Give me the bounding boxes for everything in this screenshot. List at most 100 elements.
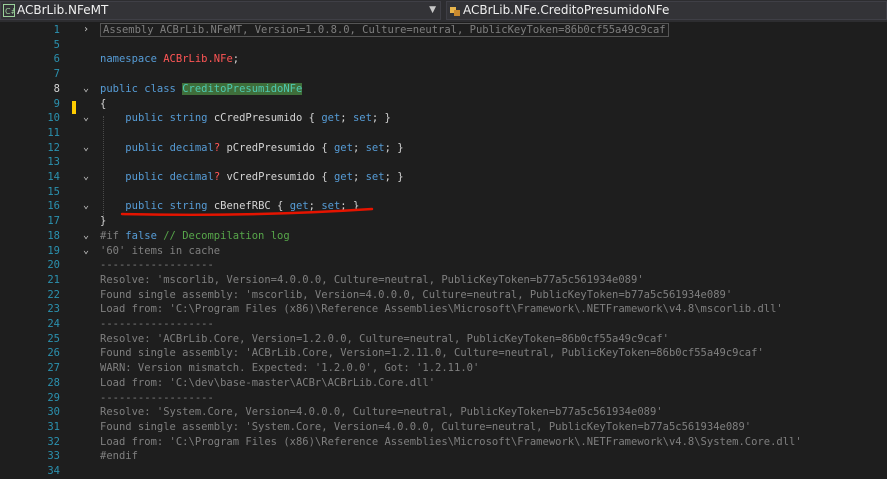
fold-toggle-icon[interactable]: ⌄: [83, 141, 93, 156]
line-number: 25: [47, 332, 60, 345]
line-number: 19: [47, 244, 60, 257]
code-line: Resolve: 'mscorlib, Version=4.0.0.0, Cul…: [100, 273, 644, 288]
accessor-set: set: [352, 112, 372, 125]
log-text: Found single assembly: 'System.Core, Ver…: [100, 420, 752, 433]
log-text: '60' items in cache: [100, 244, 221, 257]
line-number: 28: [47, 376, 60, 389]
csharp-project-icon: C#: [3, 4, 15, 17]
log-text: Found single assembly: 'mscorlib, Versio…: [100, 288, 733, 301]
preprocessor-directive: #if: [100, 229, 119, 242]
line-number: 22: [47, 288, 60, 301]
code-line: #if false // Decompilation log: [100, 229, 290, 244]
line-number: 34: [47, 465, 60, 477]
code-line: }: [100, 214, 106, 229]
keyword: public: [125, 112, 164, 125]
code-line: ------------------: [100, 391, 214, 406]
line-number: 14: [47, 171, 60, 183]
type-dropdown-text: ACBrLib.NFe.CreditoPresumidoNFe: [463, 3, 670, 17]
code-editor[interactable]: 1 › Assembly ACBrLib.NFeMT, Version=1.0.8.…: [0, 22, 887, 477]
line-number: 13: [47, 156, 60, 169]
line-number: 10: [47, 112, 60, 125]
line-number: 26: [47, 347, 60, 360]
line-number: 5: [53, 38, 60, 51]
fold-toggle-icon[interactable]: ⌄: [83, 199, 93, 214]
code-line: WARN: Version mismatch. Expected: '1.2.0…: [100, 361, 479, 376]
log-text: Load from: 'C:\Program Files (x86)\Refer…: [100, 435, 802, 448]
chevron-down-icon: ▼: [429, 5, 436, 15]
code-line: public decimal? vCredPresumido { get; se…: [125, 171, 404, 183]
log-text: Resolve: 'ACBrLib.Core, Version=1.2.0.0,…: [100, 332, 669, 345]
line-number: 30: [47, 406, 60, 419]
navigation-bar: C# ACBrLib.NFeMT ▼ ACBrLib.NFe.CreditoPr…: [0, 0, 887, 22]
line-number: 8: [53, 82, 60, 95]
line-number: 6: [53, 53, 60, 66]
punctuation: ;: [232, 53, 240, 66]
keyword: false: [125, 229, 157, 242]
brace: }: [100, 215, 107, 228]
line-number: 12: [47, 141, 60, 154]
log-text: ------------------: [100, 318, 214, 330]
nullable-mark: ?: [213, 171, 221, 183]
class-name: CreditoPresumidoNFe: [182, 82, 303, 95]
code-line: {: [100, 97, 106, 112]
class-icon: [450, 7, 460, 16]
fold-toggle-icon[interactable]: ⌄: [83, 170, 93, 185]
code-line: public class CreditoPresumidoNFe: [100, 82, 303, 97]
line-number: 18: [47, 229, 60, 242]
brace: {: [100, 97, 107, 110]
log-text: Load from: 'C:\dev\base-master\ACBr\ACBr…: [100, 376, 436, 389]
fold-toggle-icon[interactable]: ⌄: [83, 82, 93, 97]
line-number: 21: [47, 273, 60, 286]
type-dropdown[interactable]: ACBrLib.NFe.CreditoPresumidoNFe: [446, 1, 887, 20]
line-number: 31: [47, 420, 60, 433]
line-number: 15: [47, 185, 60, 198]
line-number: 9: [53, 97, 60, 110]
red-underline-annotation: [120, 207, 374, 217]
line-number: 32: [47, 435, 60, 448]
project-dropdown-text: ACBrLib.NFeMT: [17, 3, 109, 17]
log-text: ------------------: [100, 391, 214, 404]
log-text: WARN: Version mismatch. Expected: '1.2.0…: [100, 362, 480, 375]
log-text: Load from: 'C:\Program Files (x86)\Refer…: [100, 303, 783, 316]
code-line: Assembly ACBrLib.NFeMT, Version=1.0.8.0,…: [100, 23, 669, 38]
svg-text:C#: C#: [5, 7, 15, 16]
fold-toggle-icon[interactable]: ›: [83, 23, 93, 38]
line-number: 29: [47, 391, 60, 404]
code-line: Found single assembly: 'ACBrLib.Core, Ve…: [100, 346, 764, 361]
code-line: Found single assembly: 'System.Core, Ver…: [100, 420, 751, 435]
keyword: class: [144, 82, 176, 95]
code-line: ------------------: [100, 258, 214, 273]
fold-toggle-icon[interactable]: ⌄: [83, 229, 93, 244]
code-line: Resolve: 'System.Core, Version=4.0.0.0, …: [100, 405, 663, 420]
line-number: 17: [47, 215, 60, 228]
type-keyword: decimal: [169, 141, 214, 154]
accessor-get: get: [333, 171, 353, 183]
fold-toggle-icon[interactable]: ⌄: [83, 244, 93, 259]
project-dropdown[interactable]: C# ACBrLib.NFeMT ▼: [0, 1, 441, 20]
accessor-set: set: [365, 171, 385, 183]
keyword: public: [125, 141, 164, 154]
code-line: #endif: [100, 449, 138, 464]
line-number: 1: [53, 24, 60, 36]
fold-toggle-icon[interactable]: ⌄: [83, 111, 93, 126]
accessor-get: get: [333, 141, 353, 154]
type-keyword: string: [169, 112, 208, 125]
nullable-mark: ?: [213, 141, 221, 154]
type-keyword: decimal: [169, 171, 214, 183]
code-line: public string cCredPresumido { get; set;…: [125, 112, 391, 125]
code-line: Found single assembly: 'mscorlib, Versio…: [100, 288, 732, 303]
line-number: 11: [47, 126, 60, 139]
keyword: public: [100, 82, 138, 95]
comment: // Decompilation log: [163, 229, 290, 242]
namespace-name: ACBrLib.NFe: [163, 53, 233, 66]
code-line: Load from: 'C:\dev\base-master\ACBr\ACBr…: [100, 376, 435, 391]
code-line: Load from: 'C:\Program Files (x86)\Refer…: [100, 302, 783, 317]
log-text: Found single assembly: 'ACBrLib.Core, Ve…: [100, 347, 764, 360]
keyword: namespace: [100, 53, 157, 66]
code-line: namespace ACBrLib.NFe;: [100, 52, 239, 67]
property-name: cCredPresumido: [213, 112, 303, 125]
line-number: 20: [47, 259, 60, 272]
accessor-set: set: [365, 141, 385, 154]
assembly-header: Assembly ACBrLib.NFeMT, Version=1.0.8.0,…: [100, 23, 669, 37]
code-line: public decimal? pCredPresumido { get; se…: [125, 141, 404, 154]
